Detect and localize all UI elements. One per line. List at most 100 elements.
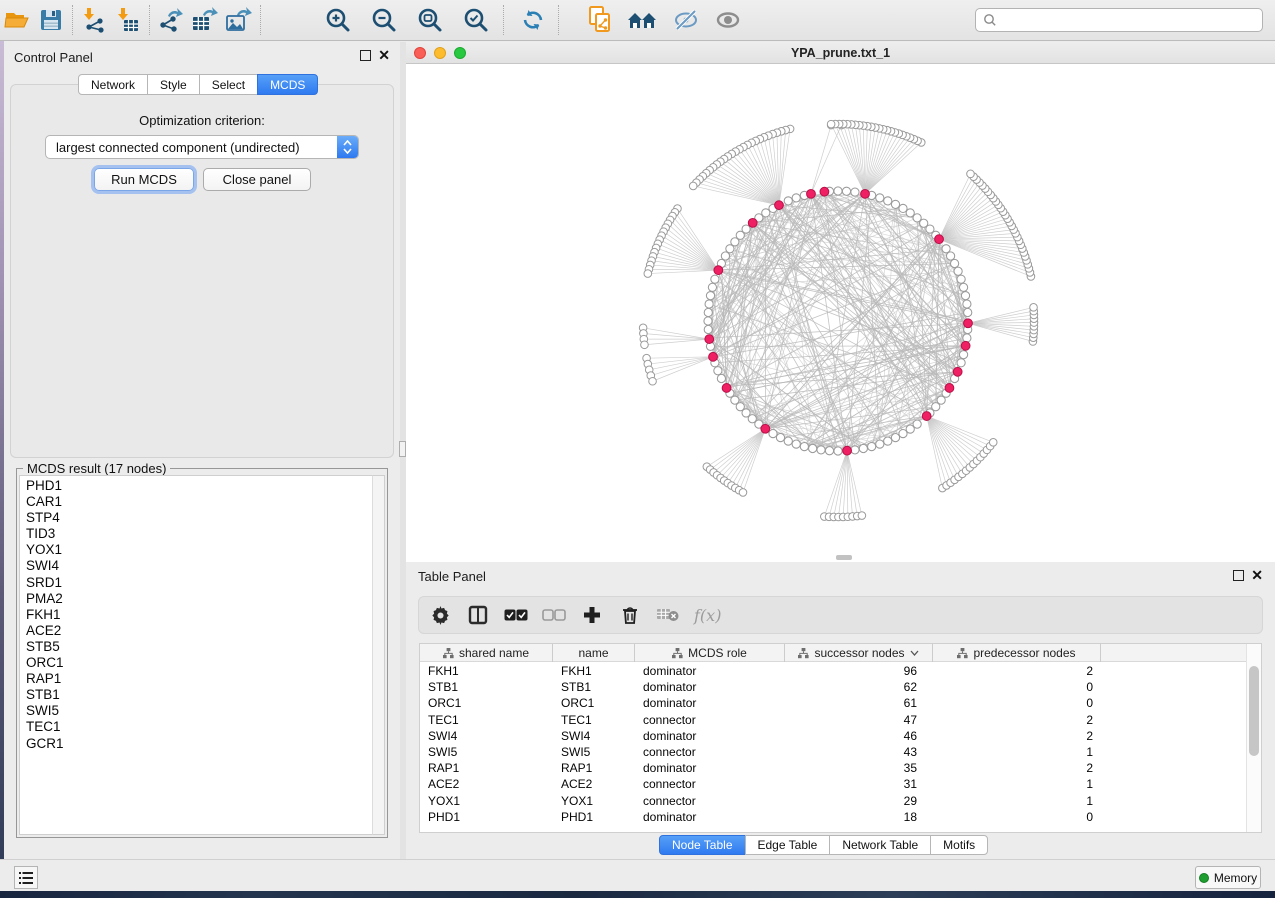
table-cell[interactable]: PHD1: [553, 810, 635, 824]
table-cell[interactable]: dominator: [635, 810, 785, 824]
ring-node[interactable]: [842, 187, 850, 195]
satellite-node[interactable]: [644, 270, 652, 278]
table-row[interactable]: SWI4SWI4dominator462: [420, 728, 1246, 744]
mcds-hub-node[interactable]: [961, 341, 970, 350]
ring-node[interactable]: [906, 209, 914, 217]
table-cell[interactable]: dominator: [635, 761, 785, 775]
network-graph-canvas[interactable]: [406, 64, 1275, 562]
table-cell[interactable]: 43: [785, 745, 933, 759]
table-cell[interactable]: 46: [785, 729, 933, 743]
table-cell[interactable]: SWI5: [553, 745, 635, 759]
mcds-hub-node[interactable]: [922, 412, 931, 421]
close-panel-button[interactable]: Close panel: [203, 168, 311, 191]
table-cell[interactable]: FKH1: [553, 664, 635, 678]
table-row[interactable]: YOX1YOX1connector291: [420, 793, 1246, 809]
table-cell[interactable]: dominator: [635, 696, 785, 710]
table-cell[interactable]: 2: [933, 729, 1101, 743]
table-cell[interactable]: 1: [933, 777, 1101, 791]
ring-node[interactable]: [784, 437, 792, 445]
ring-node[interactable]: [705, 300, 713, 308]
ring-node[interactable]: [792, 440, 800, 448]
table-cell[interactable]: connector: [635, 794, 785, 808]
ring-node[interactable]: [959, 283, 967, 291]
mcds-result-item[interactable]: SWI4: [26, 558, 372, 574]
tab-select[interactable]: Select: [199, 74, 258, 95]
criterion-dropdown[interactable]: largest connected component (undirected): [45, 135, 359, 159]
ring-node[interactable]: [769, 429, 777, 437]
table-cell[interactable]: 0: [933, 696, 1101, 710]
satellite-node[interactable]: [649, 377, 657, 385]
ring-node[interactable]: [704, 325, 712, 333]
satellite-node[interactable]: [739, 489, 747, 497]
mcds-result-item[interactable]: ACE2: [26, 623, 372, 639]
mcds-hub-node[interactable]: [964, 319, 973, 328]
ring-node[interactable]: [954, 267, 962, 275]
zoom-fit-icon[interactable]: [413, 4, 447, 36]
float-window-icon[interactable]: [1233, 570, 1244, 581]
table-cell[interactable]: ACE2: [420, 777, 553, 791]
ring-node[interactable]: [851, 446, 859, 454]
ring-node[interactable]: [959, 351, 967, 359]
ring-node[interactable]: [964, 308, 972, 316]
table-cell[interactable]: YOX1: [553, 794, 635, 808]
table-row[interactable]: PHD1PHD1dominator180: [420, 809, 1246, 825]
table-cell[interactable]: 47: [785, 713, 933, 727]
mcds-result-item[interactable]: SRD1: [26, 575, 372, 591]
zoom-out-icon[interactable]: [367, 4, 401, 36]
open-folder-icon[interactable]: [0, 4, 34, 36]
satellite-node[interactable]: [1030, 304, 1038, 312]
column-header-shared-name[interactable]: shared name: [420, 644, 553, 662]
delete-trash-icon[interactable]: [618, 603, 642, 627]
mcds-result-item[interactable]: PMA2: [26, 591, 372, 607]
houses-icon[interactable]: [625, 4, 659, 36]
satellite-node[interactable]: [689, 182, 697, 190]
mcds-result-item[interactable]: TID3: [26, 526, 372, 542]
table-cell[interactable]: 1: [933, 745, 1101, 759]
ring-node[interactable]: [809, 444, 817, 452]
table-cell[interactable]: ACE2: [553, 777, 635, 791]
ring-node[interactable]: [717, 374, 725, 382]
mcds-list-scrollbar[interactable]: [372, 475, 385, 835]
table-row[interactable]: ACE2ACE2connector311: [420, 776, 1246, 792]
mcds-hub-node[interactable]: [705, 335, 714, 344]
mcds-hub-node[interactable]: [709, 352, 718, 361]
tab-motifs[interactable]: Motifs: [930, 835, 988, 855]
mcds-result-item[interactable]: PHD1: [26, 478, 372, 494]
mcds-hub-node[interactable]: [714, 266, 723, 275]
mcds-result-item[interactable]: FKH1: [26, 607, 372, 623]
table-cell[interactable]: 1: [933, 794, 1101, 808]
mcds-hub-node[interactable]: [722, 384, 731, 393]
table-cell[interactable]: 35: [785, 761, 933, 775]
memory-button[interactable]: Memory: [1195, 866, 1261, 889]
export-table-icon[interactable]: [188, 4, 222, 36]
satellite-node[interactable]: [827, 120, 835, 128]
satellite-node[interactable]: [989, 438, 997, 446]
mcds-result-item[interactable]: CAR1: [26, 494, 372, 510]
table-cell[interactable]: 0: [933, 680, 1101, 694]
import-network-icon[interactable]: [77, 4, 111, 36]
mcds-hub-node[interactable]: [775, 201, 784, 210]
ring-node[interactable]: [957, 359, 965, 367]
column-header-predecessor-nodes[interactable]: predecessor nodes: [933, 644, 1101, 662]
tab-network[interactable]: Network: [78, 74, 148, 95]
satellite-node[interactable]: [967, 170, 975, 178]
table-cell[interactable]: 2: [933, 761, 1101, 775]
mcds-result-item[interactable]: RAP1: [26, 671, 372, 687]
mcds-result-item[interactable]: GCR1: [26, 736, 372, 752]
table-cell[interactable]: dominator: [635, 680, 785, 694]
ring-node[interactable]: [957, 275, 965, 283]
ring-node[interactable]: [961, 292, 969, 300]
ring-node[interactable]: [708, 283, 716, 291]
ring-node[interactable]: [876, 194, 884, 202]
table-cell[interactable]: SWI4: [420, 729, 553, 743]
table-cell[interactable]: TEC1: [420, 713, 553, 727]
table-cell[interactable]: 29: [785, 794, 933, 808]
table-cell[interactable]: RAP1: [420, 761, 553, 775]
ring-node[interactable]: [834, 447, 842, 455]
mcds-result-item[interactable]: YOX1: [26, 542, 372, 558]
ring-node[interactable]: [776, 433, 784, 441]
clone-documents-icon[interactable]: [583, 4, 617, 36]
table-vscrollbar[interactable]: [1246, 644, 1261, 832]
table-cell[interactable]: STB1: [420, 680, 553, 694]
ring-node[interactable]: [963, 334, 971, 342]
